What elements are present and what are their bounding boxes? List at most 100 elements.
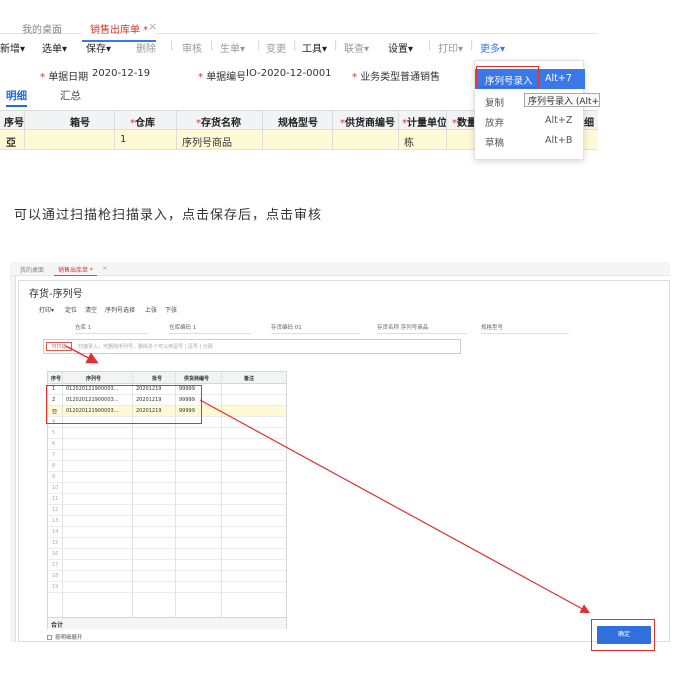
separator: | [470,40,474,51]
table-row-empty[interactable]: 11 [48,494,286,505]
warehouse-code-field: 仓库编码 1 [169,325,197,331]
table-row-empty[interactable]: 13 [48,516,286,527]
serial-dialog-screenshot: 我的桌面 销售出库单 * × 存货-序列号 打印▾ 定位 清空 序列号选择 上张… [10,262,670,651]
separator: | [334,40,338,51]
change-button[interactable]: 变更 [266,40,286,55]
chevron-down-icon: ▾ [20,44,26,55]
cell-seq: 5 [52,430,56,436]
settings-button[interactable]: 设置▾ [388,40,413,55]
col-unit: *计量单位 [402,118,447,129]
scan-placeholder: 扫描录入，可删除序列号，删除多个可以用逗号 | 逗号 | 分隔 [78,344,213,350]
col-detail: 细 [584,118,594,129]
tab-sales-outbound[interactable]: 销售出库单 * [54,264,97,276]
table-row-empty[interactable]: 7 [48,450,286,461]
chevron-down-icon: ▾ [364,44,370,55]
col-supplier: *供货商编号 [340,118,395,129]
table-row-empty[interactable]: 16 [48,549,286,560]
table-row-empty[interactable]: 5 [48,428,286,439]
table-row-empty[interactable]: 15 [48,538,286,549]
col-seq: 序号 [51,376,62,382]
menu-item-draft[interactable]: 草稿 Alt+B [475,131,585,151]
col-box: 箱号 [70,118,90,129]
header-fields: * 单据日期 2020-12-19 * 单据编号 IO-2020-12-0001… [0,68,470,84]
table-row-empty[interactable]: 17 [48,560,286,571]
biztype-field[interactable]: 普通销售 [400,68,440,83]
tab-home[interactable]: 我的桌面 [22,21,62,36]
chevron-down-icon: ▾ [408,44,414,55]
highlight-box [476,66,539,88]
audit-button[interactable]: 审核 [182,40,202,55]
sidebar-strip [10,276,16,642]
cell-seq: 11 [52,496,59,502]
tab-sales-outbound[interactable]: 销售出库单 * [82,19,157,42]
col-remark: 备注 [244,376,255,382]
print-button[interactable]: 打印▾ [39,305,54,314]
more-button[interactable]: 更多▾ [480,40,505,55]
serial-select-button[interactable]: 序列号选择 [105,305,135,314]
toolbar: 新增▾ 选单▾ 保存▾ 删除 | 审核 | 生单▾ | 变更 | 工具▾ | 联… [0,40,598,58]
save-button[interactable]: 保存▾ [86,40,111,55]
chevron-down-icon: ▾ [51,307,55,314]
cell-seq: 9 [52,474,56,480]
separator: | [428,40,432,51]
code-field[interactable]: IO-2020-12-0001 [246,68,332,79]
tools-button[interactable]: 工具▾ [302,40,327,55]
table-row-empty[interactable]: 12 [48,505,286,516]
cell-seq: 15 [52,540,59,546]
clear-button[interactable]: 清空 [85,305,97,314]
date-field[interactable]: 2020-12-19 [92,68,150,79]
query-button[interactable]: 联查▾ [344,40,369,55]
item-name-field: 存货名称 序列号商品 [377,325,429,331]
table-row-empty[interactable]: 10 [48,483,286,494]
chevron-down-icon: ▾ [106,44,112,55]
col-spec: 规格型号 [278,118,318,129]
tab-detail[interactable]: 明细 [6,88,27,107]
cell-seq: 19 [52,584,59,590]
cell-unit[interactable]: 栋 [404,134,414,149]
locate-button[interactable]: 定位 [65,305,77,314]
table-row-empty[interactable]: 18 [48,571,286,582]
generate-button[interactable]: 生单▾ [220,40,245,55]
biztype-label: * 业务类型 [352,72,401,83]
instruction-text: 可以通过扫描枪扫描录入，点击保存后，点击审核 [14,208,323,223]
table-row-empty[interactable]: 6 [48,439,286,450]
close-icon[interactable]: × [148,20,157,33]
expand-checkbox[interactable]: 按明细展开 [47,633,83,641]
new-button[interactable]: 新增▾ [0,40,25,55]
cell-warehouse[interactable]: 1 [120,134,126,145]
next-button[interactable]: 下张 [165,305,177,314]
table-row-empty[interactable]: 14 [48,527,286,538]
tab-summary[interactable]: 汇总 [60,88,81,103]
table-row-empty[interactable]: 9 [48,472,286,483]
menu-item-discard[interactable]: 放弃 Alt+Z [475,111,585,131]
cell-item-name[interactable]: 序列号商品 [182,134,232,149]
highlight-box [46,385,202,424]
separator: | [170,40,174,51]
cell-seq: 16 [52,551,59,557]
grid-footer: 合计 [48,617,286,629]
prev-button[interactable]: 上张 [145,305,157,314]
select-button[interactable]: 选单▾ [42,40,67,55]
col-item-name: *存货名称 [196,118,241,129]
delete-button[interactable]: 删除 [136,40,156,55]
table-row-empty[interactable]: 19 [48,582,286,593]
print-button[interactable]: 打印▾ [438,40,463,55]
chevron-down-icon: ▾ [500,44,506,55]
scan-input[interactable]: 可扫描 扫描录入，可删除序列号，删除多个可以用逗号 | 逗号 | 分隔 [43,339,461,354]
separator: | [257,40,261,51]
close-icon[interactable]: × [102,264,108,272]
tooltip: 序列号录入 (Alt+7 [524,93,600,107]
chevron-down-icon: ▾ [62,44,68,55]
tab-bar: 我的桌面 销售出库单 * × [10,262,670,276]
ok-button[interactable]: 确定 [597,626,651,644]
cell-seq: 12 [52,507,59,513]
dialog-title: 存货-序列号 [29,289,83,300]
col-batch: 批号 [152,376,163,382]
table-row-empty[interactable]: 8 [48,461,286,472]
tab-home[interactable]: 我的桌面 [20,265,44,274]
cell-seq: 8 [52,463,56,469]
total-label: 合计 [51,622,64,629]
chevron-down-icon: ▾ [458,44,464,55]
scan-button[interactable]: 可扫描 [46,342,72,351]
cell-seq: 13 [52,518,59,524]
